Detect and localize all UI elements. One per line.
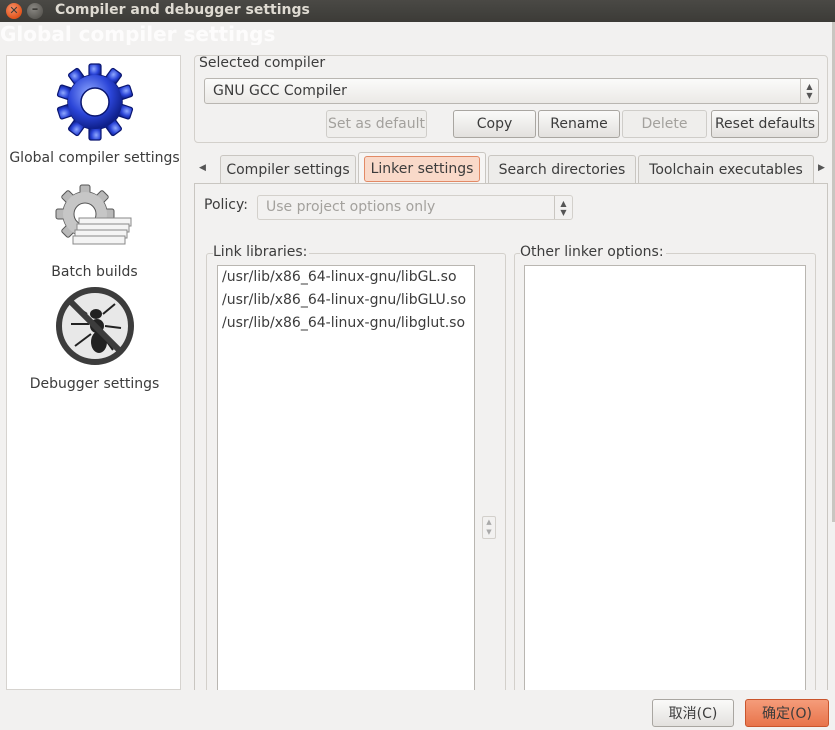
reset-defaults-button[interactable]: Reset defaults [711,110,819,138]
minimize-window-button[interactable]: – [27,3,43,19]
tab-search-directories[interactable]: Search directories [488,155,636,183]
tab-linker-settings[interactable]: Linker settings [358,152,486,184]
other-linker-options-label: Other linker options: [520,244,666,260]
tab-scroll-left-icon[interactable]: ◀ [199,163,206,173]
set-as-default-button[interactable]: Set as default [326,110,427,138]
compiler-select-value: GNU GCC Compiler [213,83,347,99]
batch-builds-icon [55,184,131,245]
sidebar-item-batch-builds[interactable]: Batch builds [7,184,182,280]
copy-button[interactable]: Copy [453,110,536,138]
cancel-button[interactable]: 取消(C) [652,699,734,727]
tab-compiler-settings[interactable]: Compiler settings [220,155,356,183]
no-bug-icon [55,287,134,365]
sidebar-item-debugger-settings[interactable]: Debugger settings [7,284,182,392]
window-title: Compiler and debugger settings [55,2,310,18]
tab-label: Compiler settings [226,162,350,178]
list-scroll-icon[interactable]: ▲ ▼ [482,516,496,539]
sidebar-item-label: Debugger settings [29,376,160,392]
ok-button[interactable]: 确定(O) [745,699,829,727]
sidebar-item-label: Batch builds [51,264,138,280]
settings-sidebar: Global compiler settings Batch builds De… [6,55,181,690]
delete-button[interactable]: Delete [622,110,707,138]
link-libraries-label: Link libraries: [213,244,310,260]
tab-label: Search directories [498,162,626,178]
combo-arrows-icon: ▲ ▼ [800,79,818,103]
selected-compiler-label: Selected compiler [199,55,326,71]
other-linker-options-textarea[interactable] [524,265,806,695]
list-item[interactable]: /usr/lib/x86_64-linux-gnu/libGLU.so [218,289,474,312]
gear-icon [56,63,133,141]
tab-label: Toolchain executables [649,162,803,178]
compiler-select[interactable]: GNU GCC Compiler ▲ ▼ [204,78,819,104]
policy-select-value: Use project options only [266,199,436,215]
tab-label: Linker settings [363,156,481,182]
title-bar: ✕ – Compiler and debugger settings [0,0,835,22]
link-libraries-list[interactable]: /usr/lib/x86_64-linux-gnu/libGL.so /usr/… [217,265,475,695]
list-item[interactable]: /usr/lib/x86_64-linux-gnu/libGL.so [218,266,474,289]
sidebar-item-label: Global compiler settings [9,150,180,166]
combo-arrows-icon: ▲ ▼ [554,196,572,219]
sidebar-item-global-compiler-settings[interactable]: Global compiler settings [7,62,182,166]
tab-toolchain-executables[interactable]: Toolchain executables [638,155,814,183]
section-title-overlay: Global compiler settings [0,22,276,45]
policy-select[interactable]: Use project options only ▲ ▼ [257,195,573,220]
rename-button[interactable]: Rename [538,110,620,138]
list-item[interactable]: /usr/lib/x86_64-linux-gnu/libglut.so [218,312,474,335]
close-window-button[interactable]: ✕ [6,3,22,19]
policy-label: Policy: [204,197,248,213]
tab-scroll-right-icon[interactable]: ▶ [818,163,825,173]
